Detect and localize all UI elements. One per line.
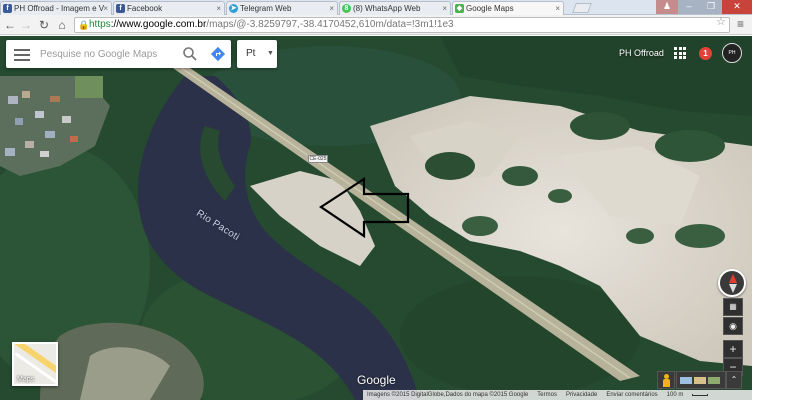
google-logo: Google [357,373,396,387]
scale-label: 100 m [666,392,684,398]
browser-menu-icon[interactable]: ≡ [737,17,744,31]
tab-title: Google Maps [466,4,514,13]
notifications-badge[interactable]: 1 [699,47,712,60]
address-bar[interactable]: 🔒 https://www.google.com.br/maps/@-3.825… [74,17,730,33]
search-icon[interactable] [182,46,198,62]
tab-title: Facebook [127,4,163,13]
map-type-thumbnail[interactable]: Maps [12,342,58,386]
search-input[interactable] [40,45,180,63]
zoom-in-button[interactable]: + [723,340,743,358]
window-controls: ♟ – ❐ ✕ [656,0,752,14]
imagery-layers[interactable] [676,371,726,389]
search-box [6,40,231,68]
home-button[interactable]: ⌂ [54,17,70,33]
map-canvas[interactable]: Pt ▼ PH Offroad 1 PH CE-025 Rio Pacoti ▦… [0,36,752,400]
facebook-icon: f [116,4,125,13]
tab-whatsapp[interactable]: 8 (8) WhatsApp Web × [339,1,451,15]
directions-icon[interactable] [210,46,226,62]
new-tab-button[interactable] [572,3,592,13]
bookmark-star-icon[interactable]: ☆ [716,15,726,28]
tab-ph-offroad[interactable]: f PH Offroad - Imagem e V × [0,1,112,15]
compass-icon[interactable] [718,269,746,297]
forward-button[interactable]: → [18,17,34,33]
url-scheme: https [89,19,111,30]
blank-margin [752,0,800,400]
privacy-link[interactable]: Privacidade [566,390,597,400]
tab-telegram[interactable]: ➤ Telegram Web × [226,1,338,15]
terms-link[interactable]: Termos [537,390,557,400]
telegram-icon: ➤ [229,4,238,13]
lock-icon: 🔒 [78,20,90,30]
menu-icon[interactable] [14,46,30,62]
url-host: ://www.google.com.br [110,19,207,30]
close-icon[interactable]: × [216,2,221,15]
language-select[interactable]: Pt ▼ [237,40,277,68]
tab-title: PH Offroad - Imagem e V [14,4,105,13]
chevron-up-icon[interactable]: ⌃ [726,371,742,389]
road-label: CE-025 [308,155,328,163]
browser-window: f PH Offroad - Imagem e V × f Facebook ×… [0,0,752,400]
apps-grid-icon[interactable] [674,47,686,59]
reload-button[interactable]: ↻ [36,17,52,33]
feedback-link[interactable]: Enviar comentários [606,390,657,400]
close-icon[interactable]: × [555,2,560,15]
scale-bar [692,394,709,396]
map-footer: Imagens ©2015 DigitalGlobe,Dados do mapa… [363,390,752,400]
tab-facebook[interactable]: f Facebook × [113,1,225,15]
close-icon[interactable]: × [329,2,334,15]
thumbnail-label: Maps [17,376,35,383]
profile-icon[interactable]: ♟ [656,0,678,14]
attribution-text: Imagens ©2015 DigitalGlobe,Dados do mapa… [367,392,529,398]
my-location-icon[interactable]: ◉ [723,317,743,335]
language-value: Pt [246,48,256,59]
tab-title: (8) WhatsApp Web [353,4,421,13]
close-icon[interactable]: × [103,2,108,15]
satellite-imagery [0,36,752,400]
back-button[interactable]: ← [2,17,18,33]
account-name[interactable]: PH Offroad [619,48,664,58]
url-path: /maps/@-3.8259797,-38.4170452,610m/data=… [206,19,454,30]
minimize-button[interactable]: – [678,0,700,14]
pegman-icon[interactable] [657,371,675,389]
tab-google-maps[interactable]: ◆ Google Maps × [452,1,564,16]
tilt-button[interactable]: ▦ [723,298,743,316]
facebook-icon: f [3,4,12,13]
tab-title: Telegram Web [240,4,292,13]
close-window-button[interactable]: ✕ [722,0,752,14]
avatar[interactable]: PH [722,43,742,63]
whatsapp-icon: 8 [342,4,351,13]
close-icon[interactable]: × [442,2,447,15]
google-maps-icon: ◆ [455,4,464,13]
maximize-button[interactable]: ❐ [700,0,722,14]
tab-strip: f PH Offroad - Imagem e V × f Facebook ×… [0,0,752,16]
browser-toolbar: ← → ↻ ⌂ 🔒 https://www.google.com.br/maps… [0,15,752,35]
chevron-down-icon: ▼ [267,50,274,57]
